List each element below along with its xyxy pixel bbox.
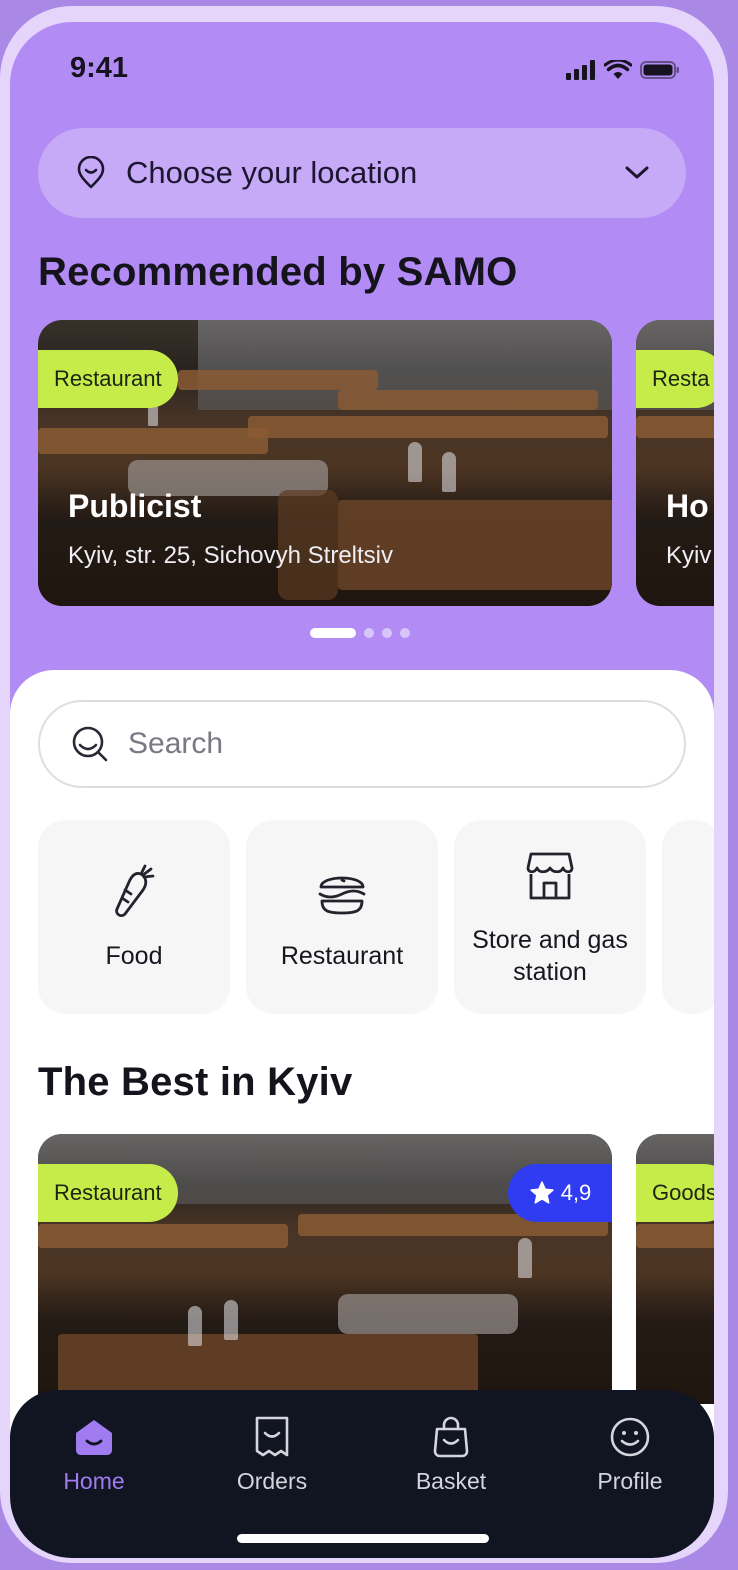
nav-orders[interactable]: Orders — [202, 1414, 342, 1495]
nav-label: Basket — [415, 1468, 487, 1494]
receipt-icon — [252, 1414, 292, 1460]
nav-label: Profile — [597, 1468, 663, 1494]
recommended-card[interactable]: Restaurant Publicist Kyiv, str. 25, Sich… — [38, 320, 612, 606]
search-input[interactable] — [126, 726, 650, 762]
category-label: Store and gas station — [472, 926, 628, 986]
rating-badge: 4,9 — [508, 1164, 612, 1222]
pagination-dot[interactable] — [382, 628, 392, 638]
best-card[interactable]: Restaurant 4,9 — [38, 1134, 612, 1404]
category-badge: Restaurant — [38, 350, 178, 408]
nav-profile[interactable]: Profile — [560, 1414, 700, 1495]
nav-home[interactable]: Home — [24, 1414, 164, 1495]
battery-icon — [640, 61, 679, 79]
search-bar[interactable] — [38, 700, 686, 788]
nav-label: Orders — [236, 1468, 308, 1494]
burger-icon — [316, 862, 368, 922]
best-card[interactable]: Goods — [636, 1134, 714, 1404]
carrot-icon — [111, 862, 157, 922]
bottom-navigation: Home Orders Basket Profile — [10, 1390, 714, 1558]
category-list: Food Restaurant Store and gas station — [38, 820, 714, 1014]
device-frame: 9:41 Choose your location Recommended by… — [0, 6, 728, 1563]
smile-icon — [609, 1414, 651, 1460]
app-screen: 9:41 Choose your location Recommended by… — [10, 22, 714, 1558]
recommended-card[interactable]: Resta Ho Kyiv — [636, 320, 714, 606]
category-label: Food — [105, 942, 163, 970]
nav-basket[interactable]: Basket — [381, 1414, 521, 1495]
category-restaurant[interactable]: Restaurant — [246, 820, 438, 1014]
pagination-dot[interactable] — [364, 628, 374, 638]
status-time: 9:41 — [70, 52, 129, 84]
bag-icon — [431, 1414, 471, 1460]
category-store[interactable]: Store and gas station — [454, 820, 646, 1014]
status-bar: 9:41 — [10, 22, 714, 102]
category-badge: Goods — [636, 1164, 714, 1222]
pagination-dot[interactable] — [400, 628, 410, 638]
place-name: Publicist — [68, 488, 202, 524]
location-label: Choose your location — [126, 155, 418, 190]
pagination-dot[interactable] — [310, 628, 356, 638]
category-food[interactable]: Food — [38, 820, 230, 1014]
home-icon — [72, 1414, 116, 1460]
location-pin-icon — [76, 156, 106, 190]
category-more[interactable] — [662, 820, 714, 1014]
place-address: Kyiv — [666, 542, 712, 569]
star-icon — [530, 1181, 554, 1204]
search-icon — [70, 724, 110, 764]
chevron-down-icon — [624, 165, 650, 181]
home-indicator[interactable] — [237, 1534, 489, 1543]
place-address: Kyiv, str. 25, Sichovyh Streltsiv — [68, 542, 393, 569]
store-icon — [525, 846, 575, 906]
carousel-pagination — [310, 628, 410, 638]
nav-label: Home — [63, 1468, 125, 1494]
signal-icon — [566, 60, 595, 80]
location-selector[interactable]: Choose your location — [38, 128, 686, 218]
recommended-title: Recommended by SAMO — [38, 250, 518, 294]
wifi-icon — [604, 60, 632, 79]
place-name: Ho — [666, 488, 709, 524]
category-label: Restaurant — [280, 942, 404, 970]
rating-value: 4,9 — [560, 1180, 592, 1205]
category-badge: Resta — [636, 350, 714, 408]
status-icons — [566, 60, 680, 80]
best-title: The Best in Kyiv — [38, 1060, 353, 1104]
category-badge: Restaurant — [38, 1164, 178, 1222]
